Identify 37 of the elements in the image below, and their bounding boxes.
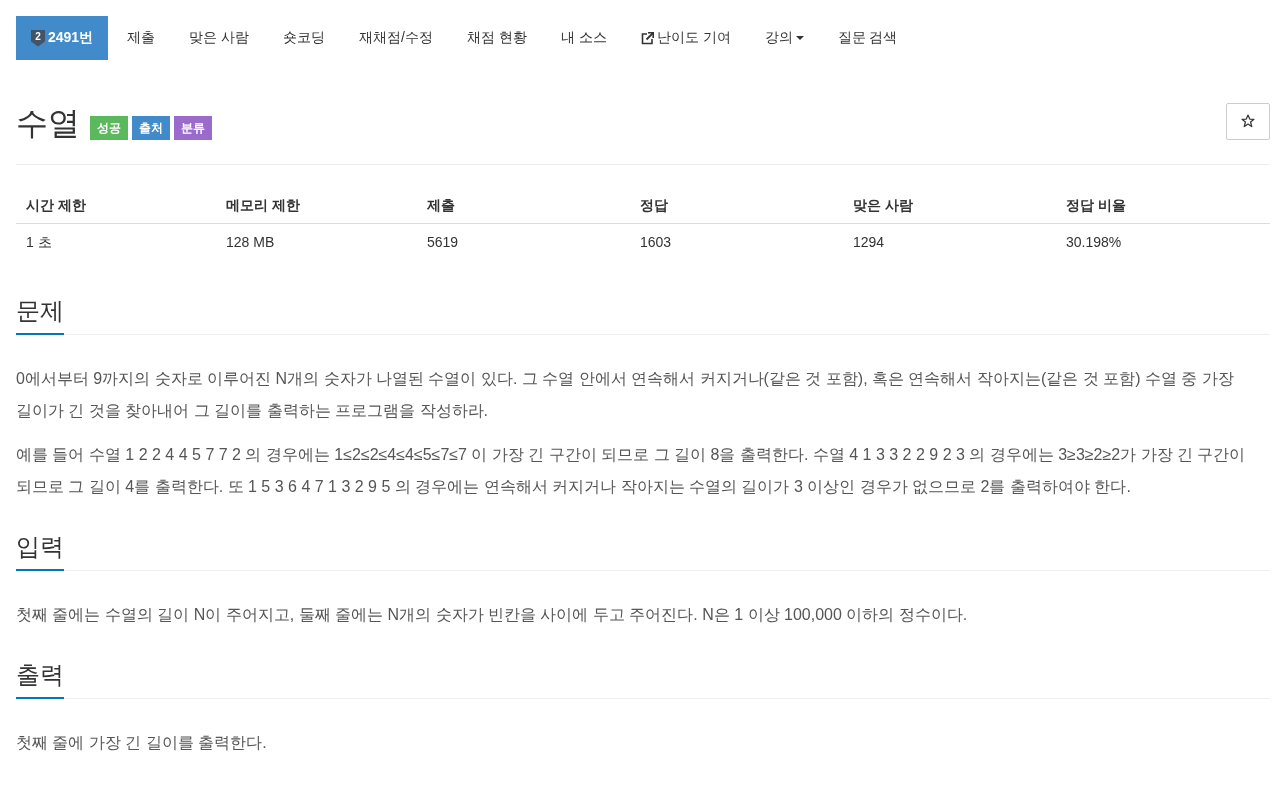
nav-tab[interactable]: 강의	[749, 16, 819, 60]
table-cell-text: 5619	[426, 233, 460, 252]
external-link-icon	[640, 31, 654, 45]
nav-tab[interactable]: 맞은 사람	[174, 16, 265, 60]
paragraph-text: 0에서부터 9까지의 숫자로 이루어진 N개의 숫자가 나열된 수열이 있다. 그 수열 안에서 연속해서 커지거나(같은 것 포함), 혹은 연속해서 작아지는(같은 것 포함) 수열 중 가장 길이가 긴 것을 찾아내어 그 길이를 출력하는 프로그램을 작성하라.	[16, 369, 1235, 421]
table-header-cell: 메모리 제한	[216, 187, 417, 224]
paragraph-text: 첫째 줄에 가장 긴 길이를 출력한다.	[16, 733, 268, 753]
nav-tab[interactable]: 제출	[112, 16, 171, 60]
favorite-button[interactable]	[1226, 102, 1270, 140]
star-icon	[1241, 114, 1255, 128]
section-heading: 문제	[16, 295, 64, 335]
paragraph-text: 첫째 줄에는 수열의 길이 N이 주어지고, 둘째 줄에는 N개의 숫자가 빈칸을 사이에 두고 주어진다. N은 1 이상 100,000 이하의 정수이다.	[16, 605, 969, 625]
section-heading: 출력	[16, 659, 64, 699]
tier-badge: 2	[31, 29, 45, 47]
table-header-cell: 맞은 사람	[843, 187, 1056, 224]
table-header-cell: 정답 비율	[1056, 187, 1270, 224]
nav-tab[interactable]: 숏코딩	[268, 16, 341, 60]
nav-tab[interactable]: 내 소스	[545, 16, 622, 60]
table-cell-text: 1294	[852, 233, 886, 252]
nav-tab[interactable]: 난이도 기여	[625, 16, 746, 60]
nav-tab[interactable]: 재채점/수정	[344, 16, 448, 60]
caret-icon	[795, 36, 804, 40]
table-cell-text: 1603	[639, 233, 673, 252]
table-cell-text: 128 MB	[225, 233, 276, 252]
table-header-cell: 제출	[417, 187, 630, 224]
problem-title: 수열	[16, 104, 80, 143]
table-header-cell: 시간 제한	[16, 187, 216, 224]
paragraph-text: 예를 들어 수열 1 2 2 4 4 5 7 7 2 의 경우에는 1≤2≤2≤4≤4≤5≤7≤7 이 가장 긴 구간이 되므로 그 길이 8을 출력한다. 수열 4 1 3 3 2 2 9 2 3 의 경우에는 3≥3≥2≥2가 가장 긴 구간이 되므로 그 길이 4를 출력한다. 또 1 5 3 6 4 7 1 3 2 9 5 의 경우에는 연속해서 커지거나 작아지는 수열의 길이가 3 이상인 경우가 없으므로 2를 출력하여야 한다.	[16, 445, 1247, 497]
table-cell-text: 1 초	[25, 233, 53, 252]
section-heading: 입력	[16, 531, 64, 571]
tag-label[interactable]: 출처	[132, 116, 170, 140]
nav-tab[interactable]: 2 2491번	[16, 16, 109, 60]
nav-tab[interactable]: 질문 검색	[822, 16, 913, 60]
tag-label[interactable]: 분류	[174, 116, 212, 140]
nav-tab[interactable]: 채점 현황	[451, 16, 542, 60]
table-header-cell: 정답	[630, 187, 843, 224]
table-cell-text: 30.198%	[1065, 233, 1123, 252]
